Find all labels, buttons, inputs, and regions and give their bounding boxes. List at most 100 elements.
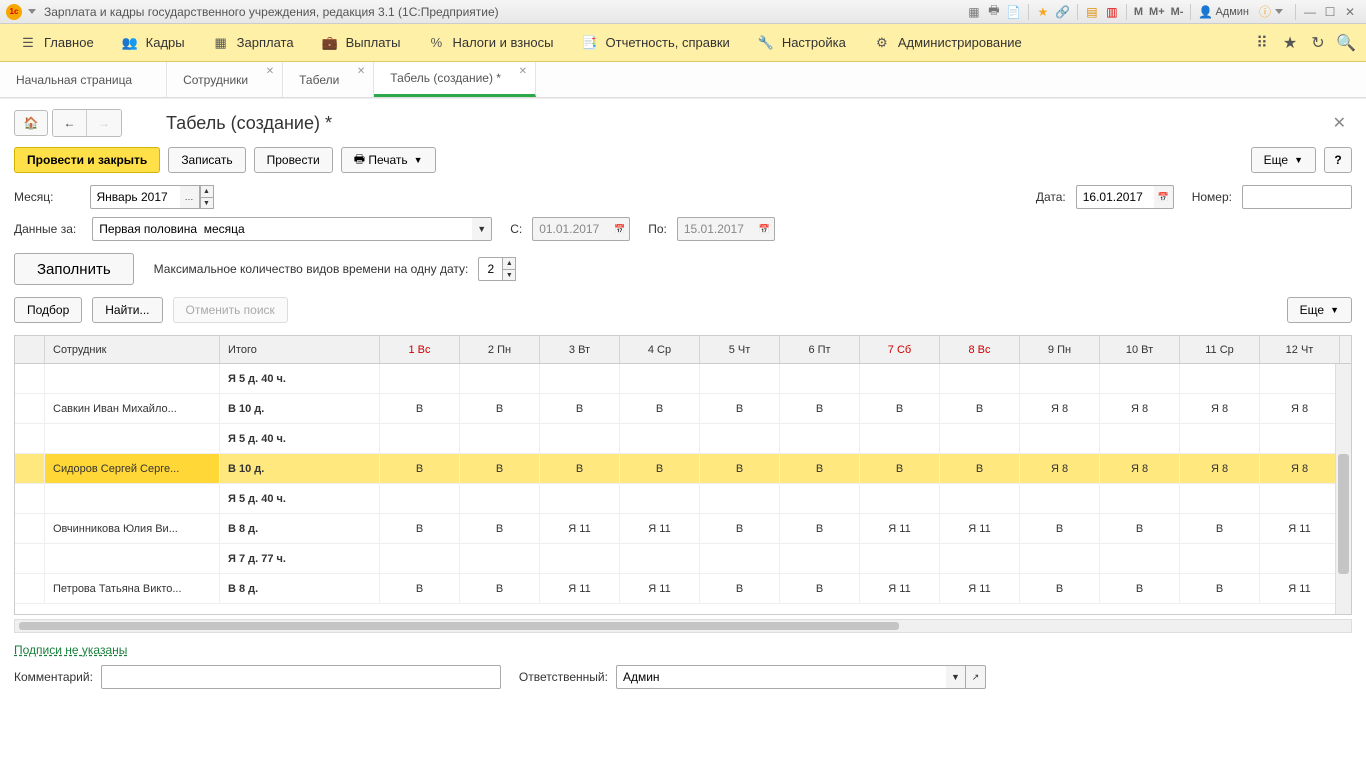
cell-day[interactable]: [940, 364, 1020, 393]
cell-day[interactable]: [540, 484, 620, 513]
cell-total[interactable]: Я 7 д. 77 ч.: [220, 544, 380, 573]
col-day-12[interactable]: 12 Чт: [1260, 336, 1340, 363]
zoom-m-minus[interactable]: M-: [1168, 6, 1187, 18]
cell-day[interactable]: [700, 364, 780, 393]
spin-down-icon[interactable]: ▼: [502, 269, 516, 281]
toolbar-icon-2[interactable]: 🖶: [985, 3, 1003, 21]
menu-nastroika[interactable]: 🔧Настройка: [744, 29, 860, 57]
cell-day[interactable]: [460, 484, 540, 513]
cell-employee[interactable]: [45, 484, 220, 513]
cell-day[interactable]: В: [940, 454, 1020, 483]
cell-day[interactable]: В: [460, 574, 540, 603]
vertical-scrollbar[interactable]: [1335, 364, 1351, 614]
from-date-icon[interactable]: 📅: [610, 217, 630, 241]
cell-day[interactable]: [460, 544, 540, 573]
apps-grid-icon[interactable]: ⠿: [1248, 29, 1276, 57]
month-up-icon[interactable]: ▲: [200, 185, 214, 197]
cell-day[interactable]: [860, 544, 940, 573]
cell-employee[interactable]: [45, 424, 220, 453]
cell-day[interactable]: [1180, 484, 1260, 513]
grid-body[interactable]: Я 5 д. 40 ч.Савкин Иван Михайло...В 10 д…: [15, 364, 1351, 612]
cell-day[interactable]: Я 8: [1020, 454, 1100, 483]
cell-day[interactable]: В: [1180, 514, 1260, 543]
pick-button[interactable]: Подбор: [14, 297, 82, 323]
col-day-10[interactable]: 10 Вт: [1100, 336, 1180, 363]
timesheet-grid[interactable]: Сотрудник Итого 1 Вс2 Пн3 Вт4 Ср5 Чт6 Пт…: [14, 335, 1352, 615]
table-row[interactable]: Я 5 д. 40 ч.: [15, 424, 1351, 454]
cell-day[interactable]: Я 11: [1260, 574, 1340, 603]
star-icon[interactable]: ★: [1276, 29, 1304, 57]
cell-day[interactable]: [780, 424, 860, 453]
cell-day[interactable]: В: [780, 454, 860, 483]
cell-total[interactable]: В 8 д.: [220, 514, 380, 543]
cell-day[interactable]: В: [780, 394, 860, 423]
cell-day[interactable]: В: [620, 454, 700, 483]
cell-day[interactable]: [460, 364, 540, 393]
horizontal-scrollbar[interactable]: [14, 619, 1352, 633]
cell-day[interactable]: [1100, 424, 1180, 453]
cell-day[interactable]: [860, 364, 940, 393]
menu-hamburger[interactable]: ☰Главное: [6, 29, 108, 57]
calc-icon[interactable]: ▤: [1083, 3, 1101, 21]
fill-button[interactable]: Заполнить: [14, 253, 134, 285]
table-row[interactable]: Савкин Иван Михайло...В 10 д.ВВВВВВВВЯ 8…: [15, 394, 1351, 424]
home-button[interactable]: 🏠: [14, 110, 48, 136]
cell-day[interactable]: Я 11: [940, 574, 1020, 603]
info-dropdown-icon[interactable]: [1275, 9, 1283, 14]
col-day-4[interactable]: 4 Ср: [620, 336, 700, 363]
cell-day[interactable]: [1260, 364, 1340, 393]
cell-day[interactable]: [620, 484, 700, 513]
table-row[interactable]: Я 5 д. 40 ч.: [15, 484, 1351, 514]
cell-day[interactable]: В: [1100, 574, 1180, 603]
col-employee[interactable]: Сотрудник: [45, 336, 220, 363]
table-row[interactable]: Петрова Татьяна Викто...В 8 д.ВВЯ 11Я 11…: [15, 574, 1351, 604]
cell-day[interactable]: [780, 364, 860, 393]
more-button[interactable]: Еще▼: [1251, 147, 1316, 173]
cell-day[interactable]: В: [1020, 574, 1100, 603]
cell-day[interactable]: В: [780, 574, 860, 603]
col-day-9[interactable]: 9 Пн: [1020, 336, 1100, 363]
data-for-select[interactable]: [92, 217, 472, 241]
col-day-11[interactable]: 11 Ср: [1180, 336, 1260, 363]
tab-home[interactable]: Начальная страница: [0, 62, 167, 97]
cell-total[interactable]: Я 5 д. 40 ч.: [220, 364, 380, 393]
cell-day[interactable]: Я 11: [540, 514, 620, 543]
cell-day[interactable]: [940, 424, 1020, 453]
cell-day[interactable]: [1020, 544, 1100, 573]
cell-day[interactable]: [620, 364, 700, 393]
cell-employee[interactable]: [45, 364, 220, 393]
cell-day[interactable]: [780, 544, 860, 573]
table-row[interactable]: Я 7 д. 77 ч.: [15, 544, 1351, 574]
max-types-input[interactable]: [478, 257, 502, 281]
month-down-icon[interactable]: ▼: [200, 197, 214, 209]
cell-day[interactable]: В: [860, 454, 940, 483]
cell-day[interactable]: В: [540, 394, 620, 423]
cell-employee[interactable]: Сидоров Сергей Серге...: [45, 454, 220, 483]
tab-employees[interactable]: Сотрудники✕: [167, 62, 283, 97]
maximize-icon[interactable]: ☐: [1321, 3, 1339, 21]
spin-up-icon[interactable]: ▲: [502, 257, 516, 269]
table-row[interactable]: Я 5 д. 40 ч.: [15, 364, 1351, 394]
print-button[interactable]: 🖶 Печать▼: [341, 147, 436, 173]
cell-day[interactable]: В: [380, 574, 460, 603]
cell-day[interactable]: В: [700, 514, 780, 543]
cell-day[interactable]: [460, 424, 540, 453]
cell-day[interactable]: В: [1100, 514, 1180, 543]
date-picker-icon[interactable]: 📅: [1154, 185, 1174, 209]
cell-day[interactable]: Я 8: [1260, 454, 1340, 483]
dropdown-icon[interactable]: ▼: [472, 217, 492, 241]
toolbar-icon-3[interactable]: 📄: [1005, 3, 1023, 21]
cell-day[interactable]: В: [780, 514, 860, 543]
cell-day[interactable]: [540, 544, 620, 573]
cell-day[interactable]: [1020, 364, 1100, 393]
cell-day[interactable]: Я 11: [860, 514, 940, 543]
cell-day[interactable]: Я 8: [1180, 454, 1260, 483]
cell-day[interactable]: Я 8: [1100, 394, 1180, 423]
cell-day[interactable]: [1180, 544, 1260, 573]
cell-day[interactable]: В: [700, 574, 780, 603]
col-day-3[interactable]: 3 Вт: [540, 336, 620, 363]
cell-day[interactable]: [1100, 484, 1180, 513]
cell-employee[interactable]: Овчинникова Юлия Ви...: [45, 514, 220, 543]
app-menu-dropdown-icon[interactable]: [28, 9, 36, 14]
cell-day[interactable]: Я 8: [1180, 394, 1260, 423]
